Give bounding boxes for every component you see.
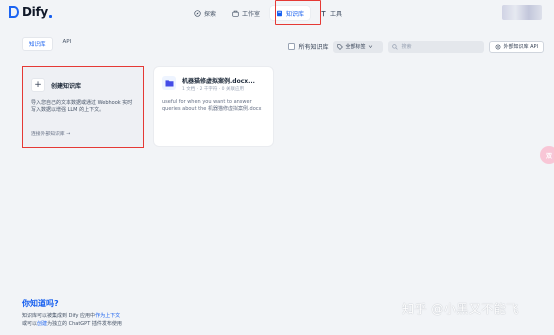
tips-line-1: 知识库可以被集成到 Dify 应用中作为上下文 [22,312,122,320]
tips-panel: 你知道吗? 知识库可以被集成到 Dify 应用中作为上下文 或可以创建为独立的 … [22,298,122,328]
nav-knowledge-highlight-box [275,0,321,25]
studio-icon [232,10,239,17]
tips-line-2-prefix: 或可以 [22,321,38,327]
logo-dot [48,14,52,18]
kb-card-header: 机器猫修虚拟案例.docx... 1 文档 · 2 千字符 · 0 关联应用 [162,76,255,92]
search-icon [392,43,399,50]
tool-icon [321,10,326,16]
logo-mark-icon [9,6,19,18]
all-kb-toggle[interactable]: 所有知识库 [288,42,328,51]
search-input[interactable]: 搜索 [388,40,485,53]
tips-line-2: 或可以创建为独立的 ChatGPT 插件发布使用 [22,320,122,328]
tips-context-link[interactable]: 作为上下文 [95,313,120,319]
nav-tools-label: 工具 [330,10,343,18]
side-floating-button[interactable]: 双 [540,146,554,164]
create-kb-highlight-box [22,66,144,148]
tips-create-link[interactable]: 创建 [37,321,47,327]
folder-icon [162,76,176,90]
kb-card-titles: 机器猫修虚拟案例.docx... 1 文档 · 2 千字符 · 0 关联应用 [182,76,255,92]
tips-line-1-text: 知识库可以被集成到 Dify 应用中 [22,313,96,319]
tips-title: 你知道吗? [22,299,59,308]
dify-logo[interactable]: Dify [8,5,52,19]
logo-text: Dify [22,5,48,19]
tag-icon [337,43,344,50]
tab-knowledge[interactable]: 知识库 [22,37,53,51]
tag-filter-label: 全部标签 [345,44,366,50]
nav-explore-label: 探索 [204,10,217,18]
chevron-down-icon [368,45,372,48]
top-header: Dify 探索 工作室 知识库 工具 [0,0,554,27]
main-nav: 探索 工作室 知识库 工具 [188,4,352,22]
tab-api[interactable]: API [57,37,78,51]
search-placeholder: 搜索 [401,44,412,50]
kb-card-description: useful for when you want to answer queri… [162,99,262,112]
account-avatar[interactable] [502,5,542,20]
all-kb-label: 所有知识库 [298,44,329,51]
external-kb-api-label: 外部知识库 API [503,44,538,50]
tips-line-2-suffix: 为独立的 ChatGPT 插件发布使用 [47,321,122,327]
kb-card[interactable]: 机器猫修虚拟案例.docx... 1 文档 · 2 千字符 · 0 关联应用 u… [153,66,274,147]
kb-card-meta: 1 文档 · 2 千字符 · 0 关联应用 [182,87,244,92]
watermark: 知乎 @小黑又不能飞 [402,302,519,316]
kb-card-title: 机器猫修虚拟案例.docx... [182,78,255,85]
external-kb-api-button[interactable]: 外部知识库 API [489,40,544,53]
nav-explore[interactable]: 探索 [188,6,222,20]
tag-filter-dropdown[interactable]: 全部标签 [333,40,384,53]
nav-studio-label: 工作室 [242,10,261,18]
compass-icon [194,9,201,17]
kb-tabs: 知识库 API [22,37,77,51]
all-kb-checkbox[interactable] [288,43,296,50]
api-link-icon [496,44,501,49]
kb-toolbar: 所有知识库 全部标签 搜索 外部知识库 API [288,40,544,53]
nav-studio[interactable]: 工作室 [226,6,266,20]
